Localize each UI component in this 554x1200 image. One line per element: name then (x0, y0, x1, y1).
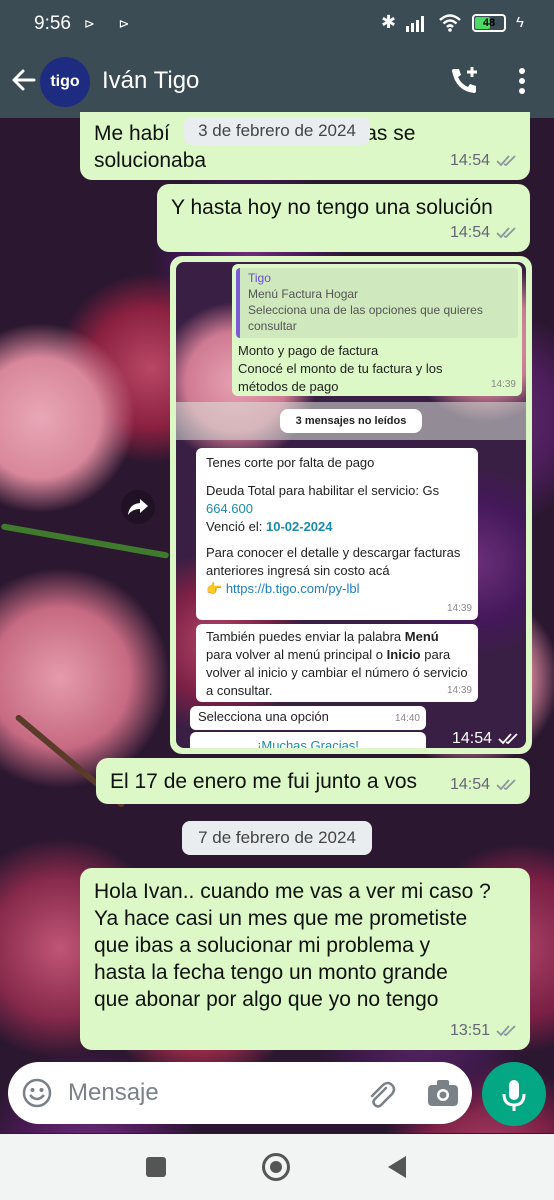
read-ticks-icon (496, 226, 516, 238)
outgoing-message[interactable]: Hola Ivan.. cuando me vas a ver mi caso … (80, 868, 530, 1050)
message-meta: 14:54 (452, 730, 520, 748)
outgoing-message[interactable]: Y hasta hoy no tengo una solución 14:54 (157, 184, 530, 252)
date-chip: 3 de febrero de 2024 (184, 117, 370, 145)
due-date: 10-02-2024 (266, 519, 333, 534)
microphone-icon (502, 1080, 526, 1111)
message-time: 14:39 (446, 685, 472, 696)
contact-name[interactable]: Iván Tigo (102, 67, 199, 95)
screenshot-message: Tenes corte por falta de pago Deuda Tota… (196, 448, 478, 620)
stem-decoration (0, 523, 170, 559)
message-time: 14:54 (451, 730, 492, 747)
status-time: 9:56 (34, 13, 71, 34)
status-bar: 9:56 ⊳ ⊳ ✱ 48 ϟ (0, 0, 554, 50)
thanks-button: ¡Muchas Gracias! (190, 732, 426, 748)
voice-record-button[interactable] (482, 1062, 546, 1126)
message-line: que abonar por algo que yo no tengo (94, 988, 439, 1011)
battery-icon: 48 (472, 13, 507, 32)
system-nav-bar (0, 1134, 554, 1200)
message-text: También puedes enviar la palabra Menú pa… (206, 629, 468, 698)
screenshot-message: Selecciona una opción 14:40 (190, 706, 426, 730)
image-message[interactable]: Tigo Menú Factura Hogar Selecciona una d… (170, 256, 532, 754)
screenshot-message: También puedes enviar la palabra Menú pa… (196, 624, 478, 702)
message-meta: 14:54 (450, 771, 518, 798)
screenshot-reply-card: Tigo Menú Factura Hogar Selecciona una d… (232, 264, 522, 396)
quoted-message: Tigo Menú Factura Hogar Selecciona una d… (236, 268, 518, 338)
message-time: 14:54 (449, 224, 490, 241)
date-chip: 7 de febrero de 2024 (182, 821, 372, 855)
message-meta: 14:54 (450, 147, 518, 174)
tigo-link: https://b.tigo.com/py-lbl (225, 581, 360, 596)
contact-avatar[interactable]: tigo (40, 57, 90, 107)
more-options-icon[interactable] (512, 66, 532, 96)
message-input-bar: Mensaje (8, 1062, 472, 1124)
message-input[interactable]: Mensaje (68, 1079, 159, 1107)
system-back-button[interactable] (388, 1156, 406, 1178)
emoji-icon[interactable] (22, 1078, 52, 1108)
signal-icon (406, 15, 425, 32)
chat-screenshot-image[interactable]: Tigo Menú Factura Hogar Selecciona una d… (176, 262, 526, 748)
bluetooth-icon: ✱ (380, 12, 397, 32)
message-time: 14:39 (490, 379, 516, 390)
outgoing-message[interactable]: El 17 de enero me fui junto a vos 14:54 (96, 758, 530, 804)
back-arrow-icon[interactable] (10, 66, 38, 94)
message-time: 14:39 (446, 603, 472, 614)
message-meta: 14:54 (450, 219, 518, 246)
message-time: 14:54 (449, 152, 490, 169)
message-line: Deuda Total para habilitar el servicio: … (206, 483, 440, 498)
camera-icon[interactable] (426, 1078, 460, 1108)
pointing-hand-icon: 👉 (206, 581, 223, 596)
battery-level: 48 (482, 16, 496, 29)
wifi-icon (439, 13, 461, 32)
message-line: que ibas a solucionar mi problema y (94, 934, 431, 957)
recent-apps-button[interactable] (146, 1157, 166, 1177)
read-ticks-icon (498, 733, 518, 745)
quote-line: Selecciona una de las opciones que quier… (248, 303, 483, 333)
message-time: 14:40 (394, 713, 420, 724)
read-ticks-icon (496, 1024, 516, 1036)
message-line: Tenes corte por falta de pago (206, 455, 375, 470)
reply-line: Monto y pago de factura (238, 343, 379, 358)
forward-button[interactable] (121, 490, 155, 524)
unread-label: 3 mensajes no leídos (280, 409, 422, 433)
status-icons: ✱ 48 ϟ (381, 12, 524, 33)
quote-sender: Tigo (248, 271, 271, 285)
message-meta: 13:51 (450, 1017, 518, 1044)
reply-line: Conocé el monto de tu factura y los méto… (238, 361, 443, 394)
quote-line: Menú Factura Hogar (248, 287, 359, 301)
home-button[interactable] (262, 1153, 290, 1181)
message-line: hasta la fecha tengo un monto grande (94, 961, 448, 984)
message-text: Y hasta hoy no tengo una solución (171, 196, 493, 219)
add-call-icon[interactable] (448, 65, 480, 97)
charging-icon: ϟ (516, 14, 524, 31)
read-ticks-icon (496, 154, 516, 166)
attach-icon[interactable] (364, 1078, 396, 1110)
read-ticks-icon (496, 778, 516, 790)
message-text: Selecciona una opción (198, 709, 329, 724)
notification-icons: ⊳ ⊳ (84, 16, 140, 31)
message-time: 13:51 (449, 1022, 490, 1039)
message-line: Ya hace casi un mes que me prometiste (94, 907, 468, 930)
debt-amount: 664.600 (206, 501, 253, 516)
chat-header: tigo Iván Tigo (0, 50, 554, 118)
message-line: Hola Ivan.. cuando me vas a ver mi caso … (94, 880, 491, 903)
due-label: Venció el: (206, 519, 263, 534)
message-time: 14:54 (449, 776, 490, 793)
message-line: Para conocer el detalle y descargar fact… (206, 545, 461, 578)
forward-icon (128, 499, 148, 515)
